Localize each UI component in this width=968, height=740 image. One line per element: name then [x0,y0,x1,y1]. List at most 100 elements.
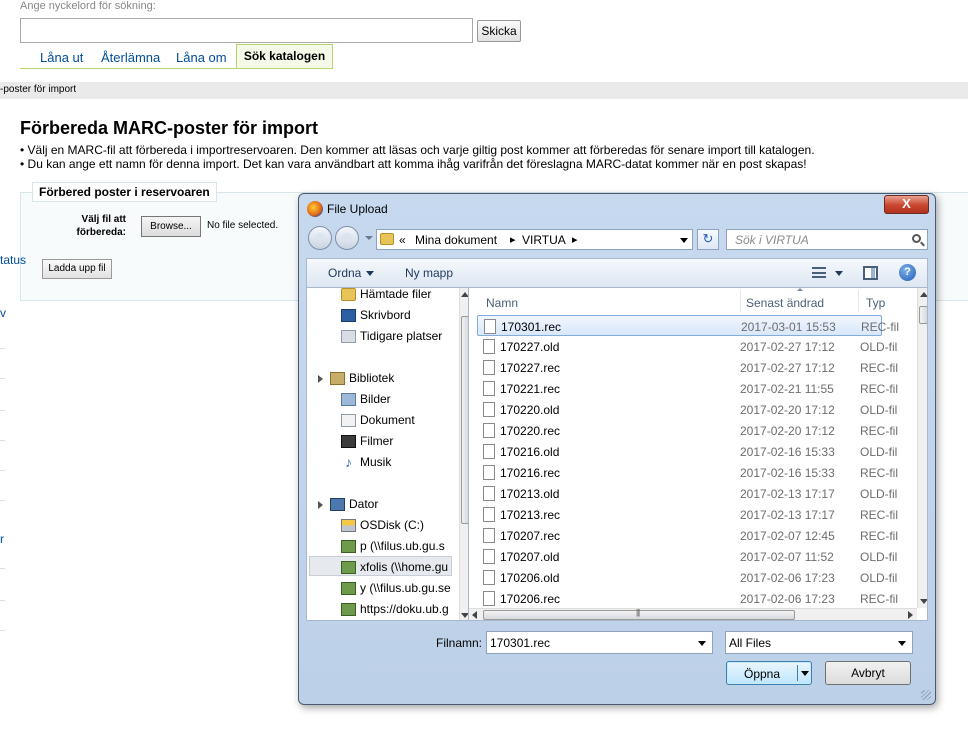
recent-places-icon [341,330,356,343]
file-row[interactable]: 170220.rec 2017-02-20 17:12 REC-fil [477,420,898,441]
file-icon [483,591,495,606]
address-crumb-virtua[interactable]: VIRTUA [522,233,566,247]
nav-item-desktop[interactable]: Skrivbord [360,308,411,322]
breadcrumb-separator-icon[interactable]: ▸ [510,233,516,246]
sidebar-fragment-status[interactable]: tatus [0,253,26,267]
tab-checkin[interactable]: Återlämna [101,50,160,65]
new-folder-button[interactable]: Ny mapp [405,266,453,280]
search-icon[interactable] [912,234,921,243]
folder-icon [380,233,394,245]
sidebar-divider [0,500,5,501]
browse-button[interactable]: Browse... [141,216,201,237]
file-row[interactable]: 170227.rec 2017-02-27 17:12 REC-fil [477,357,898,378]
back-button[interactable] [308,226,332,250]
nav-item-pictures[interactable]: Bilder [360,392,391,406]
nav-item-libraries[interactable]: Bibliotek [349,371,394,385]
refresh-button[interactable]: ↻ [697,229,719,250]
search-input[interactable] [20,18,473,43]
file-list-vscroll-thumb[interactable] [919,306,927,324]
file-row[interactable]: 170227.old 2017-02-27 17:12 OLD-fil [477,336,897,357]
network-drive-icon [341,561,356,574]
scroll-up-arrow-icon[interactable] [461,292,468,297]
nav-scrollbar[interactable] [459,288,468,620]
tab-checkout[interactable]: Låna ut [40,50,83,65]
nav-item-computer[interactable]: Dator [349,497,378,511]
nav-item-drive-p[interactable]: p (\\filus.ub.gu.s [360,539,445,553]
file-row[interactable]: 170301.rec 2017-03-01 15:53 REC-fil [477,315,899,336]
column-divider[interactable] [858,290,859,312]
file-name: 170213.rec [500,508,561,522]
sidebar-fragment-r[interactable]: r [0,532,4,546]
nav-item-music[interactable]: Musik [360,455,391,469]
nav-item-drive-y[interactable]: y (\\filus.ub.gu.se [360,581,451,595]
file-type-filter-select[interactable]: All Files [725,631,913,654]
column-divider[interactable] [740,290,741,312]
tab-search-catalog[interactable]: Sök katalogen [236,44,333,69]
folder-search-input[interactable]: Sök i VIRTUA [726,229,928,250]
chevron-down-icon[interactable] [698,641,706,646]
breadcrumb-separator-icon[interactable]: ▸ [572,233,578,246]
address-bar[interactable]: « Mina dokument ▸ VIRTUA ▸ [376,229,693,250]
file-list-vscrollbar[interactable] [917,288,927,608]
view-dropdown-icon[interactable] [835,271,843,276]
scroll-down-arrow-icon[interactable] [461,613,468,618]
file-row[interactable]: 170207.rec 2017-02-07 12:45 REC-fil [477,525,898,546]
column-header-date[interactable]: Senast ändrad [746,296,824,310]
upload-file-button[interactable]: Ladda upp fil [42,259,112,279]
file-row[interactable]: 170216.rec 2017-02-16 15:33 REC-fil [477,462,898,483]
nav-item-xfolis[interactable]: xfolis (\\home.gu [360,560,448,574]
file-row[interactable]: 170206.old 2017-02-06 17:23 OLD-fil [477,567,897,588]
preview-pane-icon[interactable] [863,266,878,280]
chevron-down-icon[interactable] [898,641,906,646]
file-row[interactable]: 170207.old 2017-02-07 11:52 OLD-fil [477,546,897,567]
file-row[interactable]: 170213.rec 2017-02-13 17:17 REC-fil [477,504,898,525]
address-dropdown-icon[interactable] [680,238,688,243]
file-list-pane: Namn Senast ändrad Typ 170301.rec 2017-03… [468,287,928,621]
nav-item-videos[interactable]: Filmer [360,434,393,448]
address-overflow[interactable]: « [399,233,406,247]
nav-item-osdisk[interactable]: OSDisk (C:) [360,518,424,532]
file-row[interactable]: 170216.old 2017-02-16 15:33 OLD-fil [477,441,897,462]
resize-grip-icon[interactable] [921,690,931,700]
cancel-button[interactable]: Avbryt [825,661,911,685]
file-list-hscrollbar[interactable] [469,608,917,620]
nav-item-recent-places[interactable]: Tidigare platser [360,329,442,343]
filename-combobox[interactable]: 170301.rec [486,631,713,654]
nav-item-doku[interactable]: https://doku.ub.g [360,602,449,616]
network-drive-icon [341,540,356,553]
address-crumb-documents[interactable]: Mina dokument [415,233,497,247]
scroll-left-arrow-icon[interactable] [472,611,477,619]
file-row[interactable]: 170220.old 2017-02-20 17:12 OLD-fil [477,399,897,420]
close-button[interactable]: X [884,195,929,214]
breadcrumb[interactable]: -poster för import [0,84,76,95]
file-icon [483,570,495,585]
view-options-icon[interactable] [812,267,826,278]
help-icon[interactable]: ? [899,264,916,281]
nav-item-documents[interactable]: Dokument [360,413,415,427]
collapse-arrow-icon[interactable] [318,501,323,509]
open-dropdown-icon[interactable] [801,671,809,676]
file-modified-date: 2017-02-16 15:33 [740,466,835,480]
file-list-hscroll-thumb[interactable] [483,608,795,620]
nav-item-downloads[interactable]: Hämtade filer [360,288,431,301]
sidebar-fragment-v[interactable]: v [0,306,6,320]
sidebar-divider [0,630,5,631]
recent-pages-arrow-icon[interactable] [365,236,373,240]
collapse-arrow-icon[interactable] [318,375,323,383]
file-row[interactable]: 170221.rec 2017-02-21 11:55 REC-fil [477,378,898,399]
column-header-name[interactable]: Namn [486,296,518,310]
scroll-right-arrow-icon[interactable] [908,611,913,619]
organize-menu[interactable]: Ordna [328,266,375,280]
open-button[interactable]: Öppna [726,661,812,685]
scroll-down-arrow-icon[interactable] [920,599,927,604]
tab-renew[interactable]: Låna om [176,50,227,65]
file-row[interactable]: 170213.old 2017-02-13 17:17 OLD-fil [477,483,897,504]
scroll-up-arrow-icon[interactable] [920,292,927,297]
file-icon [483,549,495,564]
filename-value: 170301.rec [490,636,551,650]
file-row[interactable]: 170206.rec 2017-02-06 17:23 REC-fil [477,588,898,609]
nav-scroll-thumb[interactable] [461,316,468,524]
forward-button[interactable] [335,226,359,250]
search-submit-button[interactable]: Skicka [477,20,521,42]
column-header-type[interactable]: Typ [866,296,885,310]
